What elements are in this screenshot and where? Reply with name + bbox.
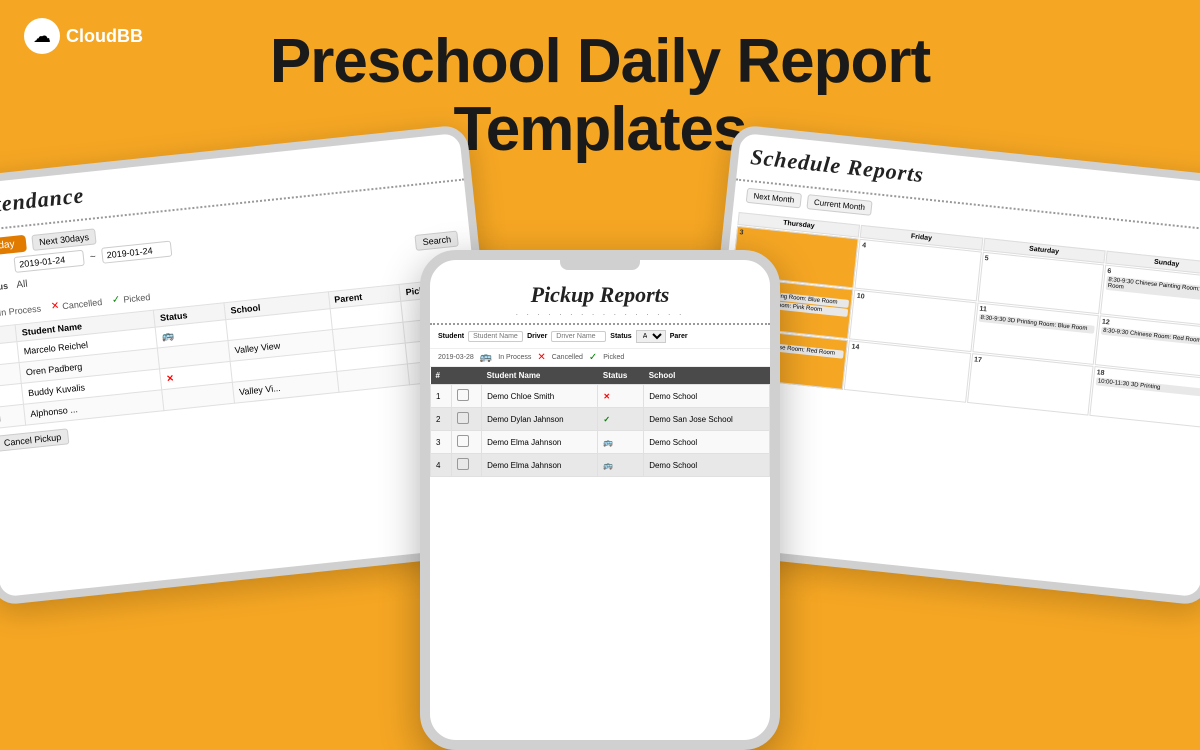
legend-x-icon: ✕ <box>537 352 545 363</box>
next-month-button[interactable]: Next Month <box>746 188 802 209</box>
status-bus-icon: 🚌 <box>161 330 175 342</box>
row-checkbox[interactable] <box>457 458 469 470</box>
title-line1: Preschool Daily Report <box>270 28 930 96</box>
table-row: 4 Demo Elma Jahnson 🚌 Demo School <box>431 454 770 477</box>
schedule-cell: 1810:00-11:30 3D Printing <box>1089 366 1200 429</box>
status-val: All <box>16 278 28 290</box>
phone-notch <box>560 260 640 270</box>
row-num: 2 <box>431 408 452 431</box>
row-student: Demo Chloe Smith <box>482 385 598 408</box>
date-to-input[interactable] <box>101 241 172 264</box>
legend-cancelled: Cancelled <box>62 297 103 311</box>
status-filter-select[interactable]: All <box>636 330 666 343</box>
driver-filter-input[interactable] <box>551 331 606 342</box>
pickup-table: # Student Name Status School 1 Demo Chlo… <box>430 367 770 477</box>
row-school: Demo San Jose School <box>644 408 770 431</box>
pickup-date: 2019-03-28 <box>438 354 474 361</box>
row-student: Demo Elma Jahnson <box>482 454 598 477</box>
col-school: School <box>644 367 770 385</box>
student-filter-input[interactable] <box>468 331 523 342</box>
legend-picked: Picked <box>603 354 624 361</box>
next30-button[interactable]: Next 30days <box>31 228 96 251</box>
row-checkbox[interactable] <box>457 389 469 401</box>
col-student-name: Student Name <box>482 367 598 385</box>
cancel-pickup-button[interactable]: Cancel Pickup <box>0 428 69 451</box>
row-num: 4 <box>431 454 452 477</box>
status-label: Status <box>0 281 11 294</box>
legend-in-process: In Process <box>0 303 42 317</box>
status-filter-label: Status <box>610 333 631 340</box>
row-checkbox[interactable] <box>457 412 469 424</box>
date-separator: ~ <box>89 251 96 263</box>
pickup-filters: Student Driver Status All Parer <box>430 325 770 349</box>
col-status: Status <box>598 367 644 385</box>
pickup-title: Pickup Reports <box>440 282 760 308</box>
row-school: Demo School <box>644 431 770 454</box>
phone-pickup: Pickup Reports · · · · · · · · · · · · ·… <box>420 250 780 750</box>
row-checkbox[interactable] <box>457 435 469 447</box>
row-status-x: ✕ <box>603 392 610 401</box>
row-num: 3 <box>431 431 452 454</box>
row-student: Demo Elma Jahnson <box>482 431 598 454</box>
col-num: # <box>431 367 452 385</box>
table-row: 3 Demo Elma Jahnson 🚌 Demo School <box>431 431 770 454</box>
row-school: Demo School <box>644 385 770 408</box>
table-row: 2 Demo Dylan Jahnson ✓ Demo San Jose Sch… <box>431 408 770 431</box>
col-cb <box>451 367 482 385</box>
today-button[interactable]: Today <box>0 235 27 257</box>
table-row: 1 Demo Chloe Smith ✕ Demo School <box>431 385 770 408</box>
status-x-icon: ✕ <box>166 372 175 383</box>
date-label: Date <box>0 261 9 274</box>
row-status-bus: 🚌 <box>603 438 613 447</box>
legend-bus-icon: 🚌 <box>480 352 492 363</box>
legend-picked: Picked <box>123 291 151 304</box>
page-header: Preschool Daily Report Templates <box>0 18 1200 164</box>
row-num: 1 <box>431 385 452 408</box>
driver-filter-label: Driver <box>527 333 547 340</box>
parent-filter-label: Parer <box>670 333 688 340</box>
legend-in-process: In Process <box>498 354 531 361</box>
row-student: Demo Dylan Jahnson <box>482 408 598 431</box>
row-status-bus: 🚌 <box>603 461 613 470</box>
pickup-dots: · · · · · · · · · · · · · · · · <box>440 310 760 319</box>
current-month-button[interactable]: Current Month <box>806 194 872 216</box>
legend-cancelled: Cancelled <box>552 354 583 361</box>
legend-check-icon: ✓ <box>589 352 597 363</box>
student-filter-label: Student <box>438 333 464 340</box>
row-status-check: ✓ <box>603 415 610 424</box>
pickup-date-row: 2019-03-28 🚌 In Process ✕ Cancelled ✓ Pi… <box>430 349 770 367</box>
search-button[interactable]: Search <box>415 231 459 251</box>
row-school: Demo School <box>644 454 770 477</box>
date-from-input[interactable] <box>14 250 85 273</box>
pickup-title-area: Pickup Reports · · · · · · · · · · · · ·… <box>430 270 770 325</box>
